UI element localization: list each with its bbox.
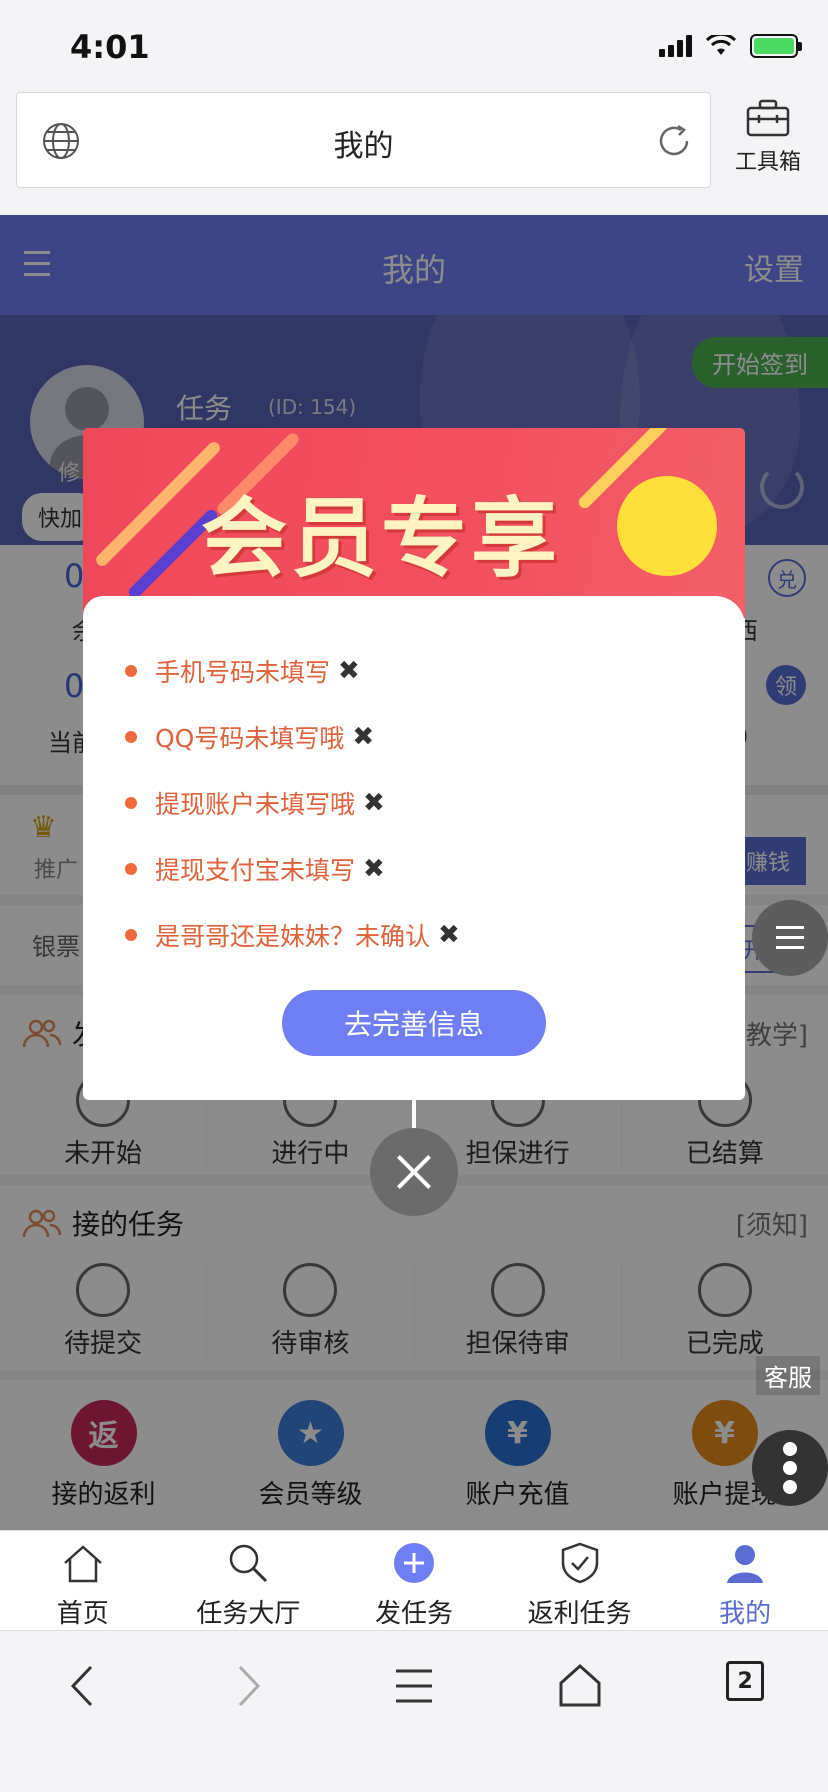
tab-home[interactable]: 首页 bbox=[0, 1531, 166, 1630]
missing-info-text: 提现账户未填写哦 bbox=[155, 790, 356, 819]
chevron-right-icon bbox=[239, 1665, 261, 1707]
x-mark-icon: ✖ bbox=[352, 722, 375, 752]
x-mark-icon: ✖ bbox=[438, 920, 460, 950]
shield-icon bbox=[561, 1542, 598, 1584]
complete-info-button[interactable]: 去完善信息 bbox=[282, 990, 546, 1056]
tab-label: 返利任务 bbox=[527, 1599, 632, 1629]
forward-button[interactable] bbox=[166, 1631, 332, 1792]
missing-info-text: QQ号码未填写哦 bbox=[155, 724, 345, 753]
status-time: 4:01 bbox=[70, 28, 150, 66]
signal-icon bbox=[659, 35, 692, 57]
member-modal: 会员专享 手机号码未填写 ✖ QQ号码未填写哦 ✖ 提现账户未填写哦 ✖ 提现支付宝未… bbox=[83, 428, 745, 1100]
x-mark-icon: ✖ bbox=[363, 854, 385, 884]
status-icons bbox=[659, 34, 802, 58]
missing-info-text: 是哥哥还是妹妹？未确认 bbox=[155, 922, 431, 951]
home-outline-icon bbox=[559, 1663, 601, 1707]
plus-circle-icon bbox=[393, 1543, 434, 1583]
tab-label: 我的 bbox=[719, 1599, 772, 1629]
toolbox-button[interactable]: 工具箱 bbox=[722, 98, 814, 176]
modal-banner-title: 会员专享 bbox=[201, 489, 561, 589]
user-icon bbox=[727, 1545, 764, 1583]
missing-info-item: 提现支付宝未填写 ✖ bbox=[125, 836, 460, 902]
home-icon bbox=[63, 1545, 102, 1583]
close-connector bbox=[412, 1100, 416, 1130]
missing-info-item: 是哥哥还是妹妹？未确认 ✖ bbox=[125, 902, 460, 968]
browser-home-button[interactable] bbox=[497, 1631, 663, 1792]
browser-nav-bar: 2 bbox=[0, 1630, 828, 1792]
search-icon bbox=[230, 1544, 268, 1583]
status-bar: 4:01 bbox=[0, 0, 828, 90]
missing-info-list: 手机号码未填写 ✖ QQ号码未填写哦 ✖ 提现账户未填写哦 ✖ 提现支付宝未填写 ✖ 是… bbox=[125, 638, 460, 968]
wifi-icon bbox=[706, 35, 736, 55]
tab-task-hall[interactable]: 任务大厅 bbox=[166, 1531, 332, 1630]
tab-publish-task[interactable]: 发任务 bbox=[331, 1531, 497, 1630]
back-button[interactable] bbox=[0, 1631, 166, 1792]
tab-label: 任务大厅 bbox=[196, 1599, 301, 1629]
tab-label: 首页 bbox=[56, 1599, 109, 1629]
hamburger-icon bbox=[395, 1669, 432, 1703]
page-title: 我的 bbox=[333, 129, 394, 164]
floating-menu-button[interactable] bbox=[752, 900, 828, 976]
battery-icon bbox=[750, 34, 802, 58]
chevron-left-icon bbox=[70, 1665, 92, 1707]
modal-banner: 会员专享 bbox=[83, 428, 745, 618]
tabs-button[interactable]: 2 bbox=[662, 1631, 828, 1792]
toolbox-label: 工具箱 bbox=[734, 150, 801, 175]
browser-address-row: 我的 工具箱 bbox=[0, 90, 828, 215]
browser-menu-button[interactable] bbox=[331, 1631, 497, 1792]
reload-icon[interactable] bbox=[654, 121, 694, 161]
x-mark-icon: ✖ bbox=[338, 656, 360, 686]
sun-icon bbox=[617, 476, 717, 576]
missing-info-item: 手机号码未填写 ✖ bbox=[125, 638, 460, 704]
missing-info-item: QQ号码未填写哦 ✖ bbox=[125, 704, 460, 770]
floating-more-button[interactable] bbox=[752, 1430, 828, 1506]
toolbox-icon bbox=[746, 99, 790, 137]
tab-rebate-task[interactable]: 返利任务 bbox=[497, 1531, 663, 1630]
missing-info-text: 手机号码未填写 bbox=[155, 658, 331, 687]
missing-info-item: 提现账户未填写哦 ✖ bbox=[125, 770, 460, 836]
address-bar[interactable]: 我的 bbox=[16, 92, 711, 188]
tab-count: 2 bbox=[726, 1661, 765, 1701]
tab-label: 发任务 bbox=[374, 1599, 453, 1629]
x-mark-icon: ✖ bbox=[363, 788, 385, 818]
close-modal-button[interactable] bbox=[370, 1128, 458, 1216]
bottom-tab-bar: 首页 任务大厅 发任务 返利任务 我的 bbox=[0, 1530, 828, 1630]
missing-info-text: 提现支付宝未填写 bbox=[155, 856, 356, 885]
customer-service-label[interactable]: 客服 bbox=[756, 1356, 820, 1395]
tab-mine[interactable]: 我的 bbox=[662, 1531, 828, 1630]
